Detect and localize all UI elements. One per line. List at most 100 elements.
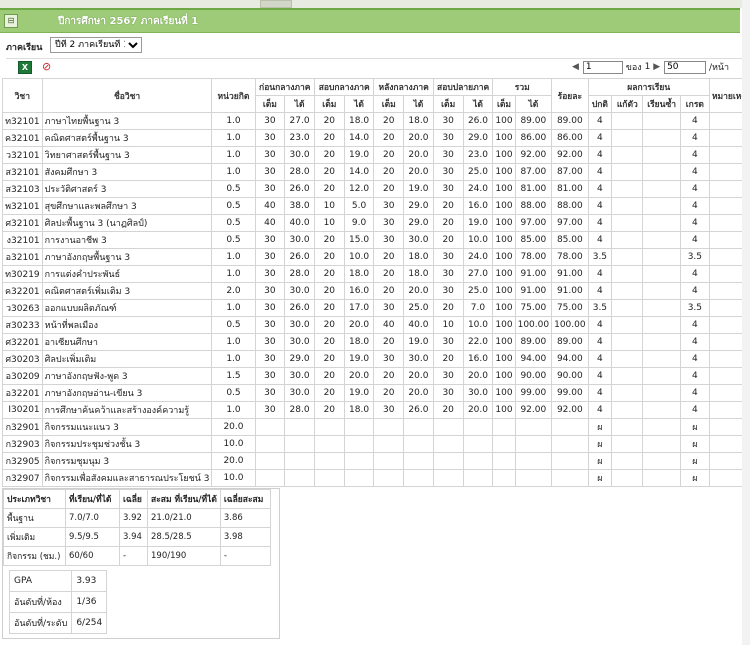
table-row[interactable]: I30201 การศึกษาค้นคว้าและสร้างองค์ความรู้… — [2, 401, 750, 419]
cell-fix — [611, 384, 644, 402]
cell-normal: 3.5 — [587, 248, 613, 266]
cell-grade: 4 — [679, 367, 710, 385]
cell-percent: 92.00 — [551, 146, 589, 164]
cell-mid-full: 20 — [314, 231, 345, 249]
cell-after-full: 20 — [373, 180, 405, 198]
table-row[interactable]: ศ30203 ศิลปะเพิ่มเติม 1.0 30 29.0 20 19.0 30 30.… — [2, 350, 750, 368]
table-row[interactable]: ส32101 สังคมศึกษา 3 1.0 30 28.0 20 14.0 20 20.0 3… — [2, 163, 750, 181]
cell-percent: 75.00 — [551, 299, 589, 317]
prev-page-icon[interactable]: ◀ — [572, 62, 580, 72]
cell-before-got: 30.0 — [284, 231, 315, 249]
sum-cell-cum-avg: 3.86 — [219, 508, 271, 528]
table-row[interactable]: ค32201 คณิตศาสตร์เพิ่มเติม 3 2.0 30 30.0 20 16… — [2, 282, 750, 300]
cell-total-got: 85.00 — [514, 231, 553, 249]
table-row[interactable]: อ32201 ภาษาอังกฤษอ่าน-เขียน 3 0.5 30 30.0 20 1… — [2, 384, 750, 402]
table-row[interactable]: ท30219 การแต่งคำประพันธ์ 1.0 30 28.0 20 18.0 20… — [2, 265, 750, 283]
table-row[interactable]: พ32101 สุขศึกษาและพลศึกษา 3 0.5 40 38.0 10 5.0… — [2, 197, 750, 215]
cell-repeat — [642, 435, 681, 453]
table-row[interactable]: ว32101 วิทยาศาสตร์พื้นฐาน 3 1.0 30 30.0 20 19.… — [2, 146, 750, 164]
cell-final-full: 30 — [432, 367, 464, 385]
cell-total-got: 89.00 — [514, 333, 553, 351]
col-code[interactable]: วิชา — [2, 78, 43, 113]
cell-after-full: 20 — [373, 367, 405, 385]
top-tab[interactable] — [260, 0, 292, 8]
table-row[interactable]: ก32903 กิจกรรมประชุมช่วงชั้น 3 10.0 ผ ผ — [2, 435, 750, 453]
page-input[interactable] — [582, 60, 623, 74]
cell-grade: ผ — [679, 418, 710, 436]
col-name[interactable]: ชื่อวิชา — [41, 78, 213, 113]
cell-grade: 4 — [679, 350, 710, 368]
excel-icon[interactable]: X — [18, 61, 32, 74]
sum-col-cum-avg: เฉลี่ยสะสม — [219, 489, 271, 509]
table-row[interactable]: ค32101 คณิตศาสตร์พื้นฐาน 3 1.0 30 23.0 20 14.0… — [2, 129, 750, 147]
col-percent[interactable]: ร้อยละ — [551, 78, 589, 113]
sum-cell-avg: - — [119, 546, 148, 566]
cell-grade: ผ — [679, 435, 710, 453]
cell-code: ส32101 — [2, 163, 43, 181]
scroll-edge — [742, 0, 750, 645]
sum-cell-type: กิจกรรม (ชม.) — [3, 546, 66, 566]
cell-name: ภาษาอังกฤษฟัง-พูด 3 — [41, 367, 213, 385]
cell-final-full: 30 — [432, 282, 464, 300]
rank-room-value: 1/36 — [71, 591, 108, 613]
cell-before-full: 30 — [254, 231, 286, 249]
cell-credit: 10.0 — [211, 469, 256, 487]
summary-row: เพิ่มเติม 9.5/9.5 3.94 28.5/28.5 3.98 — [3, 527, 271, 547]
table-row[interactable]: ส32103 ประวัติศาสตร์ 3 0.5 30 26.0 20 12.0 20 19… — [2, 180, 750, 198]
collapse-icon[interactable]: ⊟ — [4, 14, 18, 28]
cell-before-got: 29.0 — [284, 350, 315, 368]
table-row[interactable]: ศ32101 ศิลปะพื้นฐาน 3 (นาฏศิลป์) 0.5 40 40.0… — [2, 214, 750, 232]
table-row[interactable]: ก32907 กิจกรรมเพื่อสังคมและสาธารณประโยชน์… — [2, 469, 750, 487]
cell-normal: 4 — [587, 146, 613, 164]
cell-percent: 89.00 — [551, 112, 589, 130]
cell-name: กิจกรรมประชุมช่วงชั้น 3 — [41, 435, 213, 453]
cell-mid-got — [343, 469, 375, 487]
cell-before-full: 30 — [254, 299, 286, 317]
cell-after-got: 19.0 — [403, 333, 434, 351]
table-row[interactable]: ศ32201 อาเซียนศึกษา 1.0 30 30.0 20 18.0 20 19.0 3… — [2, 333, 750, 351]
table-row[interactable]: ง32101 การงานอาชีพ 3 0.5 30 30.0 20 15.0 30 30.0… — [2, 231, 750, 249]
cell-final-got: 25.0 — [462, 282, 494, 300]
next-page-icon[interactable]: ▶ — [653, 62, 661, 72]
semester-select[interactable]: ปีที่ 2 ภาคเรียนที่ 1 — [50, 37, 142, 53]
pager-total: 1 — [644, 62, 651, 72]
cell-before-got: 40.0 — [284, 214, 315, 232]
page-size-input[interactable] — [664, 60, 707, 74]
table-row[interactable]: ก32901 กิจกรรมแนะแนว 3 20.0 ผ ผ — [2, 418, 750, 436]
cell-normal: 3.5 — [587, 299, 613, 317]
cell-mid-got: 18.0 — [343, 112, 375, 130]
cell-normal: 4 — [587, 231, 613, 249]
col-full: เต็ม — [314, 95, 345, 113]
cell-before-got: 30.0 — [284, 384, 315, 402]
cell-final-full: 30 — [432, 248, 464, 266]
table-row[interactable]: ท32101 ภาษาไทยพื้นฐาน 3 1.0 30 27.0 20 18.0 20 1… — [2, 112, 750, 130]
pager: ◀ ของ 1 ▶ /หน้า — [572, 60, 729, 74]
cell-before-full: 30 — [254, 401, 286, 419]
cell-after-got: 20.0 — [403, 129, 434, 147]
cell-final-got: 7.0 — [462, 299, 494, 317]
cell-before-full: 30 — [254, 350, 286, 368]
cell-after-got — [403, 435, 434, 453]
table-row[interactable]: ว30263 ออกแบบผลิตภัณฑ์ 1.0 30 26.0 20 17.0 30 25… — [2, 299, 750, 317]
cell-credit: 1.0 — [211, 333, 256, 351]
table-row[interactable]: อ30209 ภาษาอังกฤษฟัง-พูด 3 1.5 30 30.0 20 20.0… — [2, 367, 750, 385]
cell-final-full: 20 — [432, 401, 464, 419]
cell-name: คณิตศาสตร์พื้นฐาน 3 — [41, 129, 213, 147]
cell-after-got: 20.0 — [403, 146, 434, 164]
table-row[interactable]: ก32905 กิจกรรมชุมนุม 3 20.0 ผ ผ — [2, 452, 750, 470]
cell-code: ท32101 — [2, 112, 43, 130]
cell-final-got: 20.0 — [462, 401, 494, 419]
cell-grade: 4 — [679, 163, 710, 181]
table-row[interactable]: ส30233 หน้าที่พลเมือง 0.5 30 30.0 20 20.0 40 40.… — [2, 316, 750, 334]
clear-filter-icon[interactable]: ⊘ — [42, 61, 55, 73]
col-credit[interactable]: หน่วยกิต — [211, 78, 256, 113]
cell-total-got: 91.00 — [514, 265, 553, 283]
cell-total-full: 100 — [492, 180, 516, 198]
cell-mid-full: 10 — [314, 214, 345, 232]
col-full: เต็ม — [492, 95, 516, 113]
cell-after-full: 30 — [373, 231, 405, 249]
cell-name: ภาษาไทยพื้นฐาน 3 — [41, 112, 213, 130]
table-row[interactable]: อ32101 ภาษาอังกฤษพื้นฐาน 3 1.0 30 26.0 20 10.0… — [2, 248, 750, 266]
cell-mid-full: 20 — [314, 146, 345, 164]
sum-cell-type: พื้นฐาน — [3, 508, 66, 528]
